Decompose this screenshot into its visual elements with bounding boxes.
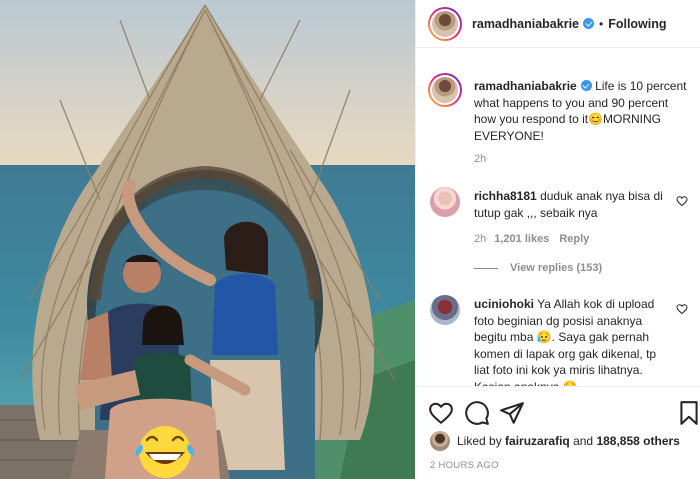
comment-reply-button[interactable]: Reply [559, 233, 589, 245]
comment-like-heart-icon[interactable] [676, 195, 688, 207]
post-photo[interactable] [0, 0, 415, 479]
post-image [0, 0, 415, 479]
liked-by-prefix: Liked by [457, 434, 502, 448]
post-header: ramadhaniabakrie • Following [416, 0, 700, 48]
liked-by-row: Liked by fairuzarafiq and 188,858 others [430, 431, 680, 451]
post-actions: Liked by fairuzarafiq and 188,858 others… [416, 386, 700, 479]
following-button[interactable]: Following [608, 17, 666, 31]
caption-text-block: ramadhaniabakrie Life is 10 percent what… [474, 78, 688, 144]
caption-time: 2h [474, 153, 487, 165]
liked-by-avatar[interactable] [430, 431, 450, 451]
bookmark-icon[interactable] [676, 400, 700, 426]
separator-dot: • [599, 16, 604, 31]
verified-badge-icon [583, 18, 594, 29]
comment-like-heart-icon[interactable] [676, 303, 688, 315]
liked-by-and: and [573, 434, 594, 448]
liked-by-user[interactable]: fairuzarafiq [505, 434, 570, 448]
view-replies-line [474, 268, 498, 269]
post-side-panel: ramadhaniabakrie • Following ramadhaniab… [415, 0, 700, 479]
share-icon[interactable] [499, 400, 525, 426]
post-time-ago[interactable]: 2 HOURS AGO [430, 460, 499, 471]
comment-likes[interactable]: 1,201 likes [494, 233, 549, 245]
comment-username[interactable]: uciniohoki [474, 297, 534, 311]
comment-text-block: richha8181 duduk anak nya bisa di tutup … [474, 188, 674, 221]
heart-icon[interactable] [428, 400, 454, 426]
comment-time: 2h [474, 233, 487, 245]
verified-badge-icon [580, 80, 592, 91]
comment-icon[interactable] [464, 400, 490, 426]
comment-avatar[interactable] [430, 187, 460, 217]
comment-username[interactable]: richha8181 [474, 189, 537, 203]
profile-avatar[interactable] [428, 6, 462, 41]
likes-count[interactable]: 188,858 others [596, 434, 679, 448]
comment-text-block: uciniohoki Ya Allah kok di upload foto b… [474, 296, 674, 386]
comment-meta: 2h 1,201 likes Reply [474, 233, 599, 245]
caption-avatar[interactable] [428, 73, 462, 107]
view-replies-button[interactable]: View replies (153) [510, 262, 602, 274]
header-username[interactable]: ramadhaniabakrie [472, 17, 579, 31]
comment-avatar[interactable] [430, 295, 460, 325]
caption-username[interactable]: ramadhaniabakrie [474, 79, 577, 93]
comments-section[interactable]: ramadhaniabakrie Life is 10 percent what… [416, 49, 700, 386]
